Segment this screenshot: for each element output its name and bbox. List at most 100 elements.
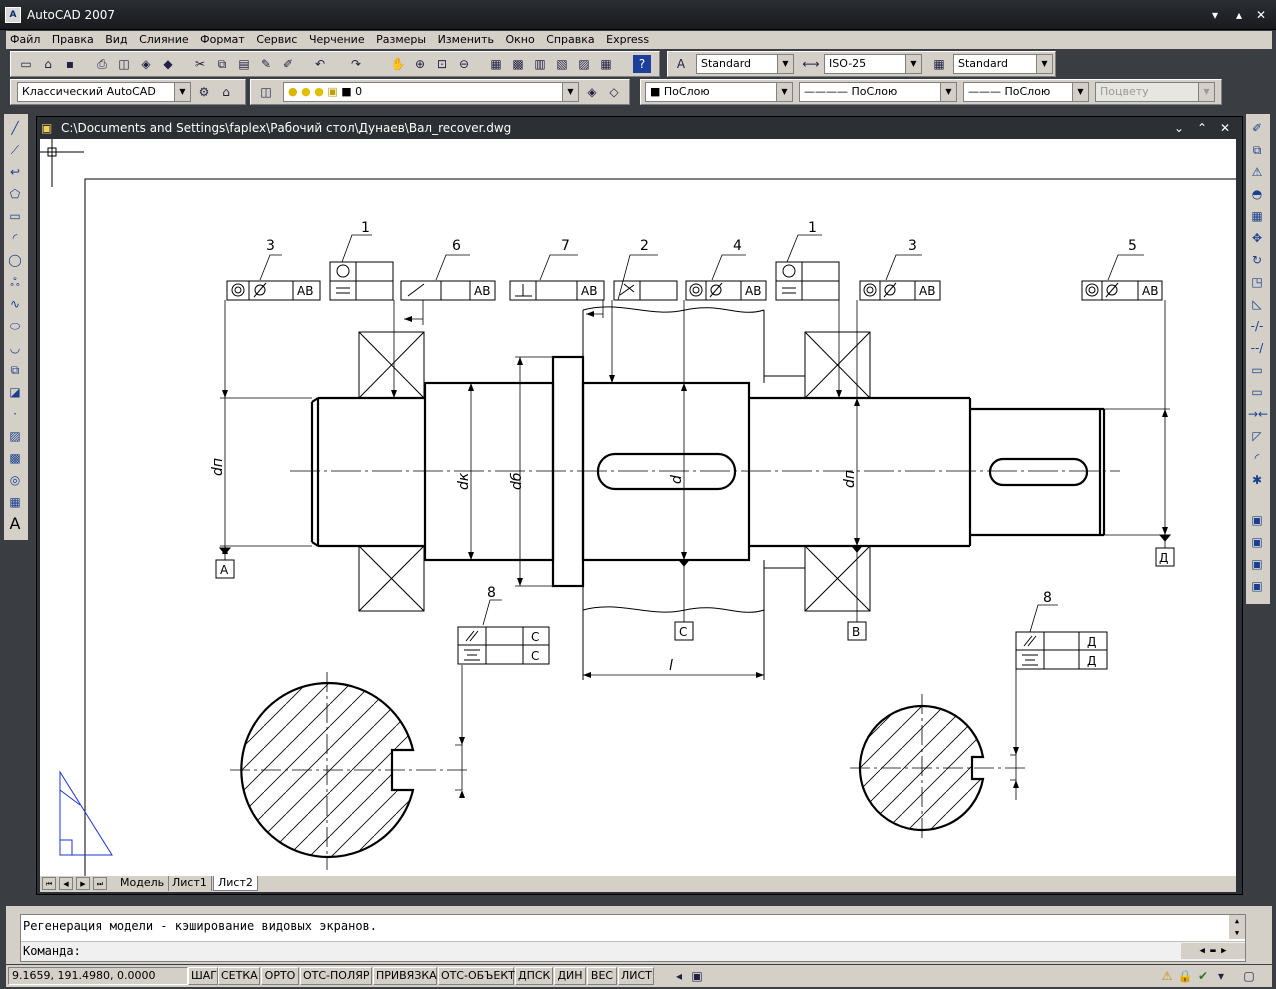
viewport-icon[interactable]: ▣ <box>688 967 706 985</box>
polyline-icon[interactable]: ↩ <box>6 162 24 182</box>
menu-help[interactable]: Справка <box>542 31 598 49</box>
menu-format[interactable]: Формат <box>196 31 249 49</box>
array-icon[interactable]: ▦ <box>1248 206 1266 226</box>
draworder-under-icon[interactable]: ▣ <box>1248 576 1266 596</box>
menu-window[interactable]: Окно <box>501 31 538 49</box>
polygon-icon[interactable]: ⬠ <box>6 184 24 204</box>
open-icon[interactable]: ⌂ <box>39 55 57 73</box>
erase-icon[interactable]: ✐ <box>1248 118 1266 138</box>
preview-icon[interactable]: ◫ <box>115 55 133 73</box>
sheetset-icon[interactable]: ▧ <box>553 55 571 73</box>
color-select[interactable]: ■ ПоСлою ▼ <box>645 82 793 102</box>
command-scrollbar[interactable]: ▲ ▼ <box>1229 915 1245 939</box>
point-icon[interactable]: · <box>6 404 24 424</box>
mirror-icon[interactable]: ⚠ <box>1248 162 1266 182</box>
lock-icon[interactable]: 🔒 <box>1176 967 1194 985</box>
tool-palettes-icon[interactable]: ▥ <box>531 55 549 73</box>
break-point-icon[interactable]: ▭ <box>1248 360 1266 380</box>
tab-model[interactable]: Модель <box>116 876 170 891</box>
lineweight-select[interactable]: ——— ПоСлою ▼ <box>963 82 1089 102</box>
construction-line-icon[interactable]: ⟋ <box>6 140 24 160</box>
save-icon[interactable]: ▪ <box>61 55 79 73</box>
workspace-select[interactable]: Классический AutoCAD ▼ <box>17 82 191 102</box>
polar-toggle[interactable]: ОТС-ПОЛЯР <box>300 967 372 985</box>
zoom-realtime-icon[interactable]: ⊕ <box>411 55 429 73</box>
freeze-icon[interactable]: ● <box>314 85 324 98</box>
ellipse-icon[interactable]: ⬭ <box>6 316 24 336</box>
menu-express[interactable]: Express <box>602 31 653 49</box>
ortho-toggle[interactable]: ОРТО <box>261 967 299 985</box>
dim-style-select[interactable]: ISO-25 ▼ <box>824 54 922 74</box>
markup-icon[interactable]: ▨ <box>575 55 593 73</box>
menu-merge[interactable]: Слияние <box>135 31 193 49</box>
menu-view[interactable]: Вид <box>101 31 131 49</box>
gradient-icon[interactable]: ▩ <box>6 448 24 468</box>
command-hscroll[interactable]: ◀ ▬ ▶ <box>1181 943 1245 959</box>
menu-modify[interactable]: Изменить <box>434 31 498 49</box>
osnap-toggle[interactable]: ПРИВЯЗКА <box>373 967 437 985</box>
coordinates-readout[interactable]: 9.1659, 191.4980, 0.0000 <box>8 967 188 985</box>
move-icon[interactable]: ✥ <box>1248 228 1266 248</box>
table-style-select[interactable]: Standard ▼ <box>953 54 1053 74</box>
chevron-down-icon[interactable]: ▼ <box>905 55 921 73</box>
table-style-icon[interactable]: ▦ <box>930 55 948 73</box>
spline-icon[interactable]: ∿ <box>6 294 24 314</box>
copy-object-icon[interactable]: ⧉ <box>1248 140 1266 160</box>
lightbulb-icon[interactable]: ● <box>288 85 298 98</box>
menu-edit[interactable]: Правка <box>48 31 98 49</box>
close-icon[interactable]: ✕ <box>1220 117 1230 139</box>
first-tab-icon[interactable]: ⏮ <box>42 877 56 890</box>
minimize-icon[interactable]: ⌄ <box>1174 117 1184 139</box>
table-icon[interactable]: ▦ <box>6 492 24 512</box>
layer-manager-icon[interactable]: ◫ <box>257 83 275 101</box>
grid-toggle[interactable]: СЕТКА <box>218 967 260 985</box>
plotstyle-select[interactable]: Поцвету ▼ <box>1095 82 1215 102</box>
menu-file[interactable]: Файл <box>6 31 44 49</box>
paper-toggle[interactable]: ЛИСТ <box>618 967 654 985</box>
offset-icon[interactable]: ◓ <box>1248 184 1266 204</box>
scale-icon[interactable]: ◳ <box>1248 272 1266 292</box>
matchprop-icon[interactable]: ✎ <box>257 55 275 73</box>
tab-sheet1[interactable]: Лист1 <box>168 876 212 891</box>
last-tab-icon[interactable]: ⏭ <box>93 877 107 890</box>
menu-dimension[interactable]: Размеры <box>372 31 430 49</box>
workspace-save-icon[interactable]: ⌂ <box>217 83 235 101</box>
hatch-icon[interactable]: ▨ <box>6 426 24 446</box>
redo-icon[interactable]: ↷ <box>347 55 365 73</box>
make-current-icon[interactable]: ◈ <box>583 83 601 101</box>
tab-sheet2[interactable]: Лист2 <box>213 876 258 891</box>
minimize-icon[interactable]: ▾ <box>1207 8 1223 22</box>
properties-icon[interactable]: ▦ <box>487 55 505 73</box>
3d-dwf-icon[interactable]: ◆ <box>159 55 177 73</box>
draworder-back-icon[interactable]: ▣ <box>1248 532 1266 552</box>
command-window[interactable]: Регенерация модели - кэширование видовых… <box>20 914 1246 962</box>
extend-icon[interactable]: --/ <box>1248 338 1266 358</box>
drawing-canvas[interactable]: 3 1 6 7 2 4 1 3 5 8 8 AB AB AB AB AB AB … <box>40 139 1236 876</box>
trim-icon[interactable]: -/- <box>1248 316 1266 336</box>
paste-icon[interactable]: ▤ <box>235 55 253 73</box>
revcloud-icon[interactable]: ஃ <box>6 272 24 292</box>
break-icon[interactable]: ▭ <box>1248 382 1266 402</box>
text-style-icon[interactable]: A <box>672 55 690 73</box>
layer-previous-icon[interactable]: ◇ <box>605 83 623 101</box>
maximize-viewport-icon[interactable]: ◂ <box>670 967 688 985</box>
mtext-icon[interactable]: A <box>6 514 24 534</box>
line-icon[interactable]: ╱ <box>6 118 24 138</box>
dyn-toggle[interactable]: ДИН <box>554 967 586 985</box>
snap-toggle[interactable]: ШАГ <box>188 967 218 985</box>
help-icon[interactable]: ? <box>633 55 651 73</box>
arc-icon[interactable]: ◜ <box>6 228 24 248</box>
designcenter-icon[interactable]: ▩ <box>509 55 527 73</box>
chevron-down-icon[interactable]: ▼ <box>776 83 792 101</box>
menu-tools[interactable]: Сервис <box>252 31 301 49</box>
cut-icon[interactable]: ✂ <box>191 55 209 73</box>
dim-style-icon[interactable]: ⟷ <box>802 55 820 73</box>
ducs-toggle[interactable]: ДПСК <box>515 967 553 985</box>
circle-icon[interactable]: ◯ <box>6 250 24 270</box>
chevron-down-icon[interactable]: ▼ <box>1036 55 1052 73</box>
copy-icon[interactable]: ⧉ <box>213 55 231 73</box>
draworder-above-icon[interactable]: ▣ <box>1248 554 1266 574</box>
rectangle-icon[interactable]: ▭ <box>6 206 24 226</box>
next-tab-icon[interactable]: ▶ <box>76 877 90 890</box>
region-icon[interactable]: ◎ <box>6 470 24 490</box>
